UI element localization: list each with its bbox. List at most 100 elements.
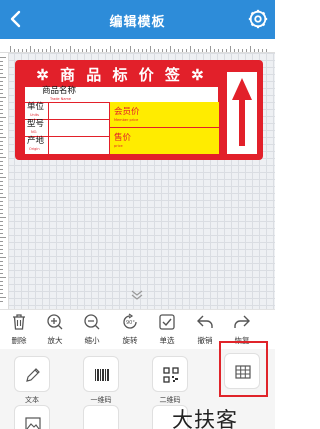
ruler-tick: [0, 173, 3, 174]
header-bar: 编辑模板: [0, 0, 275, 39]
ruler-tick: [0, 265, 3, 266]
ruler-tick: [210, 46, 211, 52]
undo-icon: [197, 315, 213, 328]
toolbar-rotate-button[interactable]: 90° 旋转: [111, 310, 149, 350]
arrow-box[interactable]: [227, 72, 257, 154]
ruler-tick: [0, 293, 3, 294]
ruler-tick: [94, 49, 95, 52]
ruler-tick: [0, 65, 3, 66]
redo-icon: [234, 315, 250, 328]
ruler-tick: [0, 213, 3, 214]
ruler-tick: [0, 141, 3, 142]
palette-qrcode-button[interactable]: 二维码: [152, 356, 196, 404]
palette-image-tile: [14, 405, 50, 429]
editor-canvas[interactable]: ✲ 商 品 标 价 签 ✲ 会员价 Member price 售价 price …: [0, 53, 275, 309]
toolbar-single-select-button[interactable]: 单选: [148, 310, 186, 350]
ruler-tick: [254, 49, 255, 52]
palette-item-6[interactable]: [83, 405, 127, 429]
ruler-tick: [0, 277, 6, 278]
ruler-tick: [202, 49, 203, 52]
ruler-tick: [74, 49, 75, 52]
ruler-tick: [0, 285, 3, 286]
ruler-tick: [0, 89, 3, 90]
ruler-tick: [190, 46, 191, 52]
ruler-tick: [0, 105, 3, 106]
ruler-tick: [0, 201, 3, 202]
collapse-chevron-icon[interactable]: [128, 290, 146, 300]
ruler-tick: [0, 193, 3, 194]
ruler-tick: [58, 49, 59, 52]
ruler-tick: [198, 49, 199, 52]
ruler-tick: [106, 49, 107, 52]
ruler-tick: [186, 49, 187, 52]
ruler-tick: [170, 46, 171, 52]
ruler-tick: [234, 49, 235, 52]
image-icon: [25, 417, 41, 429]
ruler-tick: [0, 237, 6, 238]
ruler-tick: [178, 49, 179, 52]
ruler-tick: [134, 49, 135, 52]
ruler-tick: [0, 197, 6, 198]
ruler-tick: [258, 49, 259, 52]
ruler-tick: [0, 85, 3, 86]
ruler-tick: [0, 301, 3, 302]
toolbar-zoom-out-button[interactable]: 缩小: [73, 310, 111, 350]
member-price-box[interactable]: 会员价 Member price: [110, 102, 219, 127]
ruler-tick: [0, 289, 3, 290]
ruler-tick: [0, 185, 3, 186]
unit-cn: 单位: [27, 102, 45, 112]
ruler-tick: [230, 46, 231, 52]
ruler-tick: [0, 181, 3, 182]
ruler-tick: [138, 49, 139, 52]
palette-text-button[interactable]: 文本: [14, 356, 58, 404]
vertical-ruler: [0, 53, 9, 309]
banner-star-right: ✲: [191, 66, 207, 84]
zoom-in-icon: [47, 314, 63, 330]
pen-icon: [26, 368, 40, 382]
settings-gear-icon[interactable]: [247, 8, 269, 30]
ruler-tick: [82, 49, 83, 52]
palette-tile-6: [83, 405, 119, 429]
ruler-tick: [0, 101, 3, 102]
ruler-tick: [114, 49, 115, 52]
price-en: price: [114, 144, 123, 148]
toolbar-delete-button[interactable]: 删除: [0, 310, 38, 350]
model-cn: 型号: [27, 119, 45, 129]
product-name-cn: 商品名称: [42, 86, 77, 96]
ruler-tick: [50, 46, 51, 52]
ruler-tick: [0, 273, 3, 274]
ruler-tick: [174, 49, 175, 52]
ruler-tick: [246, 49, 247, 52]
price-label-template[interactable]: ✲ 商 品 标 价 签 ✲ 会员价 Member price 售价 price …: [15, 60, 263, 160]
ruler-tick: [194, 49, 195, 52]
ruler-tick: [0, 153, 3, 154]
ruler-tick: [34, 49, 35, 52]
ruler-tick: [0, 121, 3, 122]
ruler-tick: [130, 46, 131, 52]
ruler-tick: [0, 165, 3, 166]
ruler-tick: [0, 137, 6, 138]
palette-barcode-button[interactable]: 一维码: [83, 356, 127, 404]
ruler-tick: [0, 221, 3, 222]
origin-en: Origin: [29, 147, 40, 151]
toolbar-single-select-label: 单选: [159, 336, 175, 345]
price-box[interactable]: 售价 price: [110, 127, 219, 154]
ruler-tick: [0, 81, 3, 82]
ruler-tick: [14, 49, 15, 52]
ruler-tick: [0, 61, 3, 62]
ruler-tick: [0, 225, 3, 226]
ruler-tick: [0, 129, 3, 130]
palette-image-button[interactable]: [14, 405, 58, 429]
ruler-tick: [0, 149, 3, 150]
watermark-text: 大扶客: [172, 408, 238, 429]
ruler-tick: [0, 169, 3, 170]
up-arrow-icon: [232, 78, 252, 146]
ruler-tick: [62, 49, 63, 52]
model-en: NO.: [31, 130, 38, 134]
ruler-tick: [226, 49, 227, 52]
ruler-tick: [0, 233, 3, 234]
toolbar-zoom-in-button[interactable]: 放大: [36, 310, 74, 350]
ruler-tick: [0, 125, 3, 126]
ruler-tick: [0, 217, 6, 218]
svg-text:90°: 90°: [126, 320, 135, 326]
